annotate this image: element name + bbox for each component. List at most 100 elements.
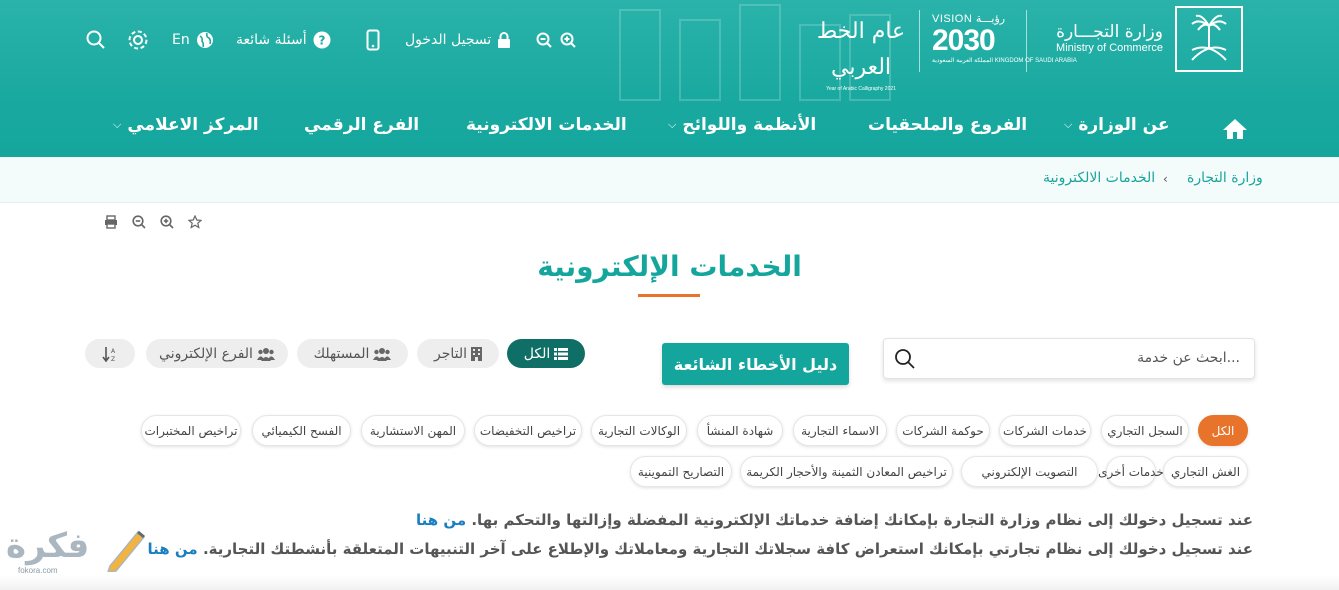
nav-digital-branch-label: الفرع الرقمي (304, 115, 420, 135)
service-search[interactable]: ابحث عن خدمة... (883, 338, 1255, 379)
category-chip[interactable]: الكل (1198, 415, 1248, 446)
info-paragraph-1: عند تسجيل دخولك إلى نظام وزارة التجارة ب… (416, 511, 1253, 529)
ministry-name-en: Ministry of Commerce (1056, 42, 1163, 55)
category-chip[interactable]: المهن الاستشارية (361, 415, 465, 446)
nav-media-center-label: المركز الاعلامي (127, 115, 259, 135)
zoom-in-icon[interactable] (560, 28, 576, 52)
home-icon[interactable] (1222, 118, 1248, 140)
page-title: الخدمات الإلكترونية (537, 250, 802, 283)
category-chip[interactable]: الوكالات التجارية (591, 415, 687, 446)
zoom-in-icon[interactable] (158, 213, 176, 231)
category-chip[interactable]: خدمات أخرى (1098, 456, 1164, 487)
vision-subtitle: المملكة العربية السعودية KINGDOM OF SAUD… (932, 58, 1077, 64)
star-icon[interactable] (186, 213, 204, 231)
category-chip[interactable]: تراخيص المختبرات (141, 415, 241, 446)
chevron-down-icon: ⌵ (113, 118, 122, 131)
chevron-left-icon: ‹ (1163, 172, 1168, 186)
list-icon (554, 347, 569, 360)
filter-consumer[interactable]: المستهلك (297, 339, 408, 368)
chevron-down-icon: ⌵ (1064, 118, 1073, 131)
page-tools (102, 213, 204, 231)
filter-consumer-label: المستهلك (313, 345, 370, 362)
title-underline (638, 294, 700, 297)
breadcrumb-root[interactable]: وزارة التجارة (1187, 170, 1263, 186)
category-chip[interactable]: التصاريح التموينية (630, 456, 732, 487)
site-header: En أسئلة شائعة ? تسجيل الدخول عام الخط ا… (0, 0, 1339, 157)
info-paragraph-2-text: عند تسجيل دخولك إلى نظام تجارتي بإمكانك … (202, 540, 1253, 558)
palm-swords-icon (1191, 14, 1227, 61)
calligraphy-logo-en: Year of Arabic Calligraphy 2021 (826, 86, 896, 92)
lock-icon (498, 32, 511, 48)
faq-label: أسئلة شائعة (236, 32, 307, 48)
svg-text:?: ? (318, 34, 325, 48)
faq-link[interactable]: أسئلة شائعة ? (236, 28, 331, 52)
filter-merchant[interactable]: التاجر (417, 339, 499, 368)
nav-eservices[interactable]: الخدمات الالكترونية (466, 115, 627, 135)
question-icon: ? (313, 31, 331, 49)
zoom-out-icon[interactable] (130, 213, 148, 231)
ministry-name-ar: وزارة التجـــارة (1056, 22, 1163, 42)
category-chip[interactable]: خدمات الشركات (999, 415, 1091, 446)
category-chip[interactable]: تراخيص التخفيضات (474, 415, 582, 446)
page-bottom-fade (0, 575, 1339, 590)
logo-divider (919, 10, 920, 72)
ministry-emblem[interactable] (1175, 6, 1243, 72)
info-paragraph-2: عند تسجيل دخولك إلى نظام تجارتي بإمكانك … (148, 540, 1253, 558)
login-label: تسجيل الدخول (405, 32, 492, 48)
filter-all[interactable]: الكل (507, 339, 585, 368)
building-icon (471, 346, 483, 361)
common-errors-guide-button[interactable]: دليل الأخطاء الشائعة (662, 343, 849, 385)
category-chip[interactable]: حوكمة الشركات (896, 415, 990, 446)
mobile-icon[interactable] (366, 28, 380, 52)
gear-icon[interactable] (127, 28, 149, 52)
chevron-down-icon: ⌵ (668, 118, 677, 131)
category-chip[interactable]: السجل التجاري (1101, 415, 1189, 446)
nav-branches-label: الفروع والملحقيات (868, 115, 1028, 135)
nav-regulations-label: الأنظمة واللوائح (682, 115, 817, 135)
breadcrumb-current: الخدمات الالكترونية (1043, 170, 1156, 186)
search-input[interactable]: ابحث عن خدمة... (1137, 350, 1240, 366)
category-chip[interactable]: التصويت الإلكتروني (961, 456, 1098, 487)
nav-digital-branch[interactable]: الفرع الرقمي (304, 115, 419, 135)
print-icon[interactable] (102, 213, 120, 231)
info-paragraph-1-text: عند تسجيل دخولك إلى نظام وزارة التجارة ب… (471, 511, 1253, 529)
users-icon (256, 347, 275, 361)
svg-text:A: A (111, 348, 116, 355)
info-paragraph-2-link[interactable]: من هنا (148, 540, 198, 558)
calligraphy-year-logo: عام الخط العربي Year of Arabic Calligrap… (816, 14, 906, 92)
search-icon[interactable] (86, 28, 106, 52)
nav-about[interactable]: ⌵ عن الوزارة (1064, 115, 1169, 135)
watermark-logo: فكرة fokora.com (4, 526, 149, 576)
login-link[interactable]: تسجيل الدخول (405, 28, 511, 52)
info-paragraph-1-link[interactable]: من هنا (416, 511, 466, 529)
nav-branches[interactable]: الفروع والملحقيات (868, 115, 1027, 135)
search-icon[interactable] (894, 348, 916, 374)
svg-text:Z: Z (111, 356, 115, 362)
ministry-name[interactable]: وزارة التجـــارة Ministry of Commerce (1056, 22, 1163, 56)
nav-regulations[interactable]: ⌵ الأنظمة واللوائح (668, 115, 816, 135)
watermark-domain: fokora.com (18, 566, 58, 575)
category-chip[interactable]: الفسح الكيميائي (252, 415, 351, 446)
language-switch[interactable]: En (172, 28, 214, 52)
language-label: En (172, 32, 190, 48)
filter-digital-branch-label: الفرع الإلكتروني (159, 345, 253, 362)
sort-button[interactable]: AZ (85, 339, 135, 368)
main-navigation: ⌵ عن الوزارة الفروع والملحقيات ⌵ الأنظمة… (0, 115, 1339, 141)
sort-alpha-icon: AZ (102, 346, 116, 362)
filter-merchant-label: التاجر (433, 345, 468, 362)
logo-divider (1026, 10, 1027, 72)
category-chip[interactable]: تراخيص المعادن الثمينة والأحجار الكريمة (740, 456, 953, 487)
category-chip[interactable]: شهادة المنشأ (697, 415, 783, 446)
nav-about-label: عن الوزارة (1078, 115, 1170, 135)
filter-digital-branch[interactable]: الفرع الإلكتروني (146, 339, 288, 368)
users-icon (373, 347, 392, 361)
calligraphy-logo-ar: عام الخط العربي (816, 19, 906, 80)
category-chip[interactable]: الاسماء التجارية (793, 415, 887, 446)
category-chip[interactable]: الغش التجاري (1163, 456, 1248, 487)
pencil-icon (107, 530, 146, 572)
watermark-brand: فكرة (6, 526, 90, 566)
zoom-out-icon[interactable] (536, 28, 552, 52)
top-bar: En أسئلة شائعة ? تسجيل الدخول عام الخط ا… (0, 0, 1339, 92)
globe-icon (196, 32, 213, 48)
nav-media-center[interactable]: ⌵ المركز الاعلامي (113, 115, 259, 135)
